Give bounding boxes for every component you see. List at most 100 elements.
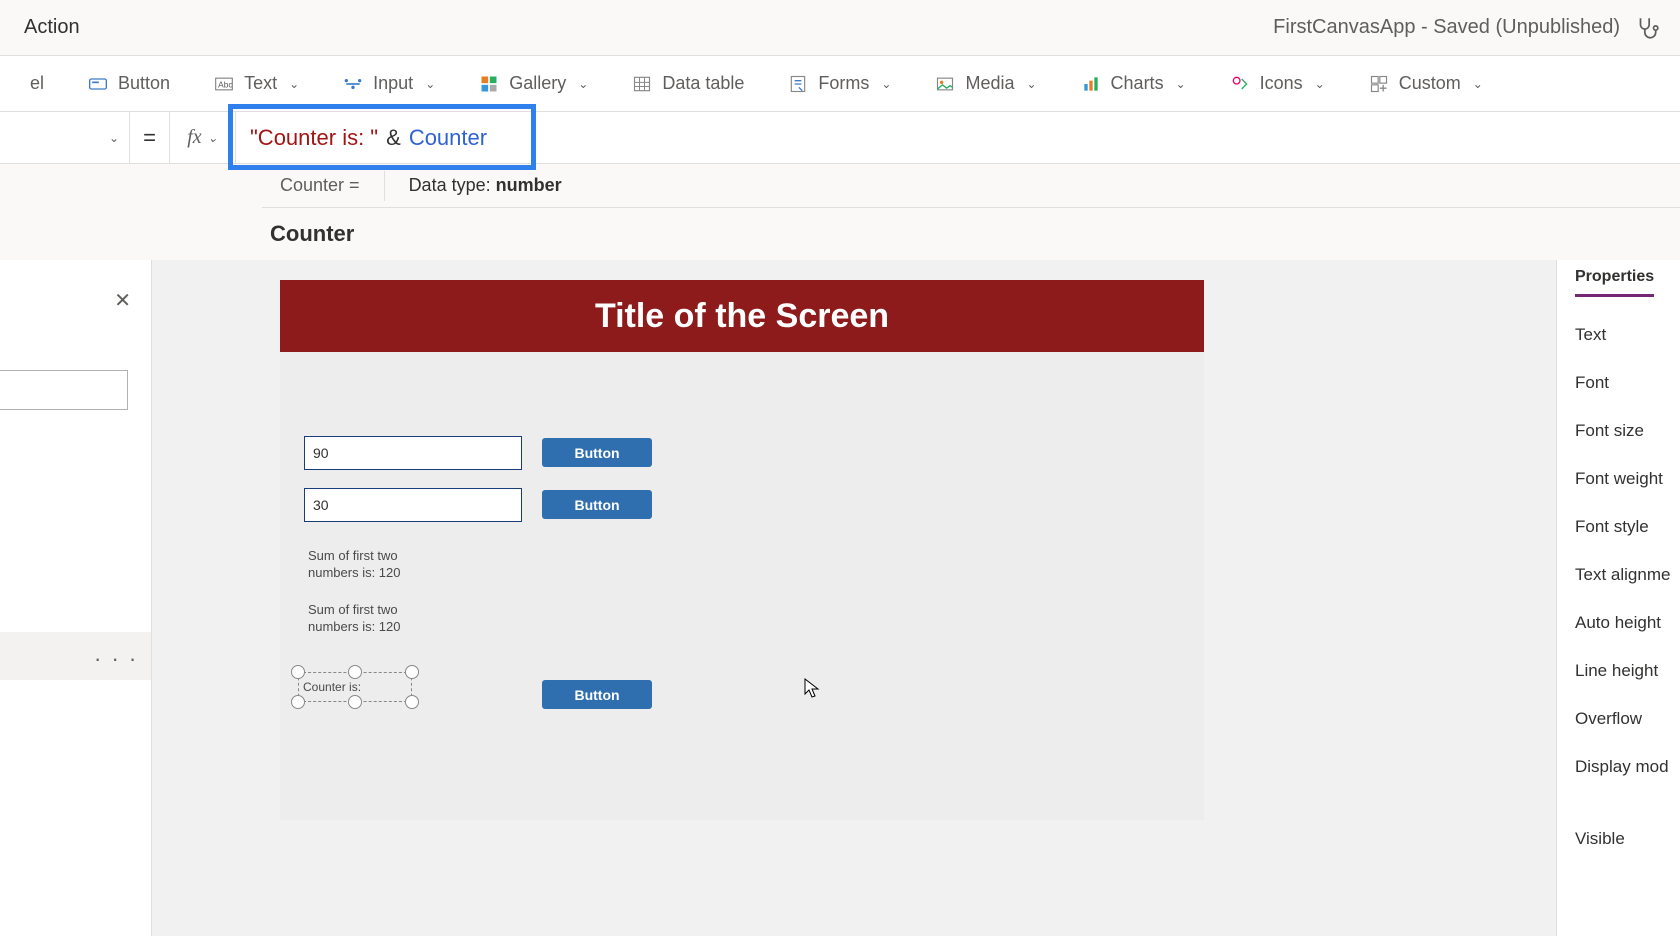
ribbon-text-label: Text	[244, 73, 277, 94]
ribbon-button-label-stub[interactable]: el	[28, 67, 46, 100]
ribbon-text[interactable]: Abc Text ⌄	[212, 67, 301, 100]
ribbon-input[interactable]: Input ⌄	[341, 67, 437, 100]
info-separator	[384, 171, 385, 201]
prop-overflow[interactable]: Overflow	[1575, 709, 1680, 729]
ribbon-gallery[interactable]: Gallery ⌄	[477, 67, 590, 100]
canvas-button-1[interactable]: Button	[542, 438, 652, 467]
ribbon-forms-label: Forms	[818, 73, 869, 94]
formula-token-string: "Counter is: "	[250, 125, 378, 151]
ribbon-button-button[interactable]: Button	[86, 67, 172, 100]
ribbon-media[interactable]: Media ⌄	[933, 67, 1038, 100]
ribbon-icons-label: Icons	[1260, 73, 1303, 94]
svg-text:Abc: Abc	[218, 79, 232, 89]
ribbon-custom[interactable]: Custom ⌄	[1367, 67, 1485, 100]
prop-text-alignment[interactable]: Text alignme	[1575, 565, 1680, 585]
cursor-icon	[804, 678, 820, 703]
ribbon-tab-action[interactable]: Action	[24, 16, 80, 39]
resize-handle[interactable]	[291, 665, 305, 679]
data-table-icon	[632, 74, 652, 94]
prop-font-size[interactable]: Font size	[1575, 421, 1680, 441]
canvas-button-3[interactable]: Button	[542, 680, 652, 709]
stub-text: el	[30, 73, 44, 94]
text-icon: Abc	[214, 74, 234, 94]
info-rhs-value: number	[496, 175, 562, 195]
formula-info-strip: Counter = Data type: number	[262, 164, 1680, 208]
canvas-button-3-label: Button	[574, 687, 619, 703]
sum-label-2: Sum of first two numbers is: 120	[308, 602, 418, 636]
resize-handle[interactable]	[348, 665, 362, 679]
insert-ribbon: el Button Abc Text ⌄ Input ⌄ Gallery ⌄ D…	[0, 56, 1680, 112]
canvas-button-2[interactable]: Button	[542, 490, 652, 519]
canvas-viewport[interactable]: Title of the Screen Button Button Sum of…	[152, 260, 1556, 936]
tree-search-input[interactable]	[0, 370, 128, 410]
prop-font[interactable]: Font	[1575, 373, 1680, 393]
formula-token-variable: Counter	[409, 125, 487, 151]
chevron-down-icon: ⌄	[208, 131, 218, 145]
info-rhs: Data type: number	[409, 175, 562, 196]
properties-panel: Properties Text Font Font size Font weig…	[1556, 260, 1680, 936]
media-icon	[935, 74, 955, 94]
prop-line-height[interactable]: Line height	[1575, 661, 1680, 681]
ribbon-gallery-label: Gallery	[509, 73, 566, 94]
formula-info-area: Counter = Data type: number Counter	[262, 164, 1680, 260]
ribbon-data-table-label: Data table	[662, 73, 744, 94]
chevron-down-icon: ⌄	[425, 77, 435, 91]
text-input-1[interactable]	[304, 436, 522, 470]
prop-font-style[interactable]: Font style	[1575, 517, 1680, 537]
tree-view-panel: ✕ · · ·	[0, 260, 152, 936]
canvas-button-1-label: Button	[574, 445, 619, 461]
screen-title-bar: Title of the Screen	[280, 280, 1204, 352]
fx-button[interactable]: fx ⌄	[170, 112, 236, 163]
formula-bar: ⌄ = fx ⌄ "Counter is: " & Counter	[0, 112, 1680, 164]
ribbon-forms[interactable]: Forms ⌄	[786, 67, 893, 100]
icons-icon	[1230, 74, 1250, 94]
prop-text[interactable]: Text	[1575, 325, 1680, 345]
fx-label: fx	[187, 126, 201, 149]
context-strip: Counter	[262, 208, 1680, 260]
close-icon[interactable]: ✕	[114, 288, 131, 313]
info-lhs: Counter =	[280, 175, 360, 196]
ribbon-charts[interactable]: Charts ⌄	[1079, 67, 1188, 100]
canvas-button-2-label: Button	[574, 497, 619, 513]
ribbon-data-table[interactable]: Data table	[630, 67, 746, 100]
chevron-down-icon: ⌄	[289, 77, 299, 91]
chevron-down-icon: ⌄	[109, 131, 119, 145]
app-status-text: FirstCanvasApp - Saved (Unpublished)	[1273, 16, 1620, 39]
prop-display-mode[interactable]: Display mod	[1575, 757, 1680, 777]
ribbon-input-label: Input	[373, 73, 413, 94]
properties-tab[interactable]: Properties	[1575, 268, 1654, 297]
ribbon-media-label: Media	[965, 73, 1014, 94]
prop-visible[interactable]: Visible	[1575, 829, 1680, 849]
property-selector[interactable]: ⌄	[0, 112, 130, 163]
chevron-down-icon: ⌄	[1176, 77, 1186, 91]
prop-font-weight[interactable]: Font weight	[1575, 469, 1680, 489]
ribbon-charts-label: Charts	[1111, 73, 1164, 94]
selected-label-control[interactable]: Counter is:	[298, 672, 412, 702]
resize-handle[interactable]	[405, 665, 419, 679]
app-canvas[interactable]: Title of the Screen Button Button Sum of…	[280, 280, 1204, 820]
sum-label-1: Sum of first two numbers is: 120	[308, 548, 418, 582]
formula-token-operator: &	[378, 125, 409, 151]
input-icon	[343, 74, 363, 94]
context-label: Counter	[270, 221, 354, 247]
gallery-icon	[479, 74, 499, 94]
chevron-down-icon: ⌄	[1315, 77, 1325, 91]
charts-icon	[1081, 74, 1101, 94]
forms-icon	[788, 74, 808, 94]
custom-icon	[1369, 74, 1389, 94]
button-icon	[88, 74, 108, 94]
selected-label-text: Counter is:	[303, 680, 361, 694]
text-input-2[interactable]	[304, 488, 522, 522]
resize-handle[interactable]	[291, 695, 305, 709]
stethoscope-icon[interactable]	[1634, 15, 1660, 41]
chevron-down-icon: ⌄	[881, 77, 891, 91]
info-rhs-prefix: Data type:	[409, 175, 496, 195]
resize-handle[interactable]	[405, 695, 419, 709]
more-icon[interactable]: · · ·	[94, 646, 138, 672]
chevron-down-icon: ⌄	[578, 77, 588, 91]
formula-input[interactable]: "Counter is: " & Counter	[236, 112, 1680, 163]
resize-handle[interactable]	[348, 695, 362, 709]
ribbon-icons[interactable]: Icons ⌄	[1228, 67, 1327, 100]
chevron-down-icon: ⌄	[1473, 77, 1483, 91]
prop-auto-height[interactable]: Auto height	[1575, 613, 1680, 633]
